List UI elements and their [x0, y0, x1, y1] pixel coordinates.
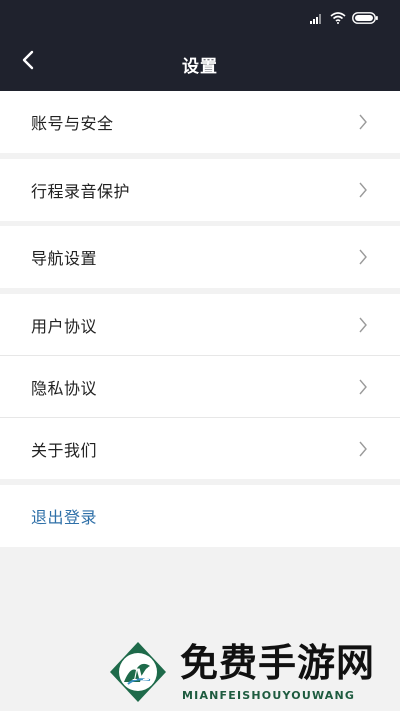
chevron-right-icon: [356, 441, 370, 457]
settings-item-label: 用户协议: [31, 316, 98, 336]
wifi-icon: [330, 12, 346, 24]
settings-item-label: 行程录音保护: [31, 182, 131, 201]
chevron-right-icon: [356, 114, 370, 130]
top-app-bar: 设置: [0, 0, 400, 91]
settings-item-label: 账号与安全: [31, 114, 114, 133]
page-title: 设置: [182, 57, 218, 77]
settings-item-label: 导航设置: [31, 249, 98, 268]
status-bar: [310, 10, 378, 26]
watermark-logo-icon: M: [106, 640, 170, 704]
chevron-right-icon: [356, 317, 370, 333]
battery-icon: [352, 12, 378, 24]
watermark: M 免费手游网 MIANFEISHOUYOUWANG: [100, 638, 396, 711]
chevron-right-icon: [356, 249, 370, 265]
signal-icon: [310, 12, 324, 24]
settings-item-trip-recording[interactable]: 行程录音保护: [0, 159, 400, 221]
watermark-text: 免费手游网: [180, 640, 376, 685]
settings-item-user-agreement[interactable]: 用户协议: [0, 294, 400, 355]
settings-item-navigation[interactable]: 导航设置: [0, 226, 400, 288]
logout-label: 退出登录: [31, 508, 98, 527]
watermark-subtext: MIANFEISHOUYOUWANG: [182, 689, 356, 702]
settings-item-label: 关于我们: [31, 440, 98, 460]
settings-item-privacy-agreement[interactable]: 隐私协议: [0, 356, 400, 417]
chevron-right-icon: [356, 379, 370, 395]
chevron-right-icon: [356, 182, 370, 198]
settings-item-label: 隐私协议: [31, 378, 98, 398]
settings-item-about-us[interactable]: 关于我们: [0, 418, 400, 479]
svg-text:M: M: [132, 665, 152, 684]
logout-button[interactable]: 退出登录: [0, 485, 400, 547]
settings-item-account-security[interactable]: 账号与安全: [0, 91, 400, 153]
